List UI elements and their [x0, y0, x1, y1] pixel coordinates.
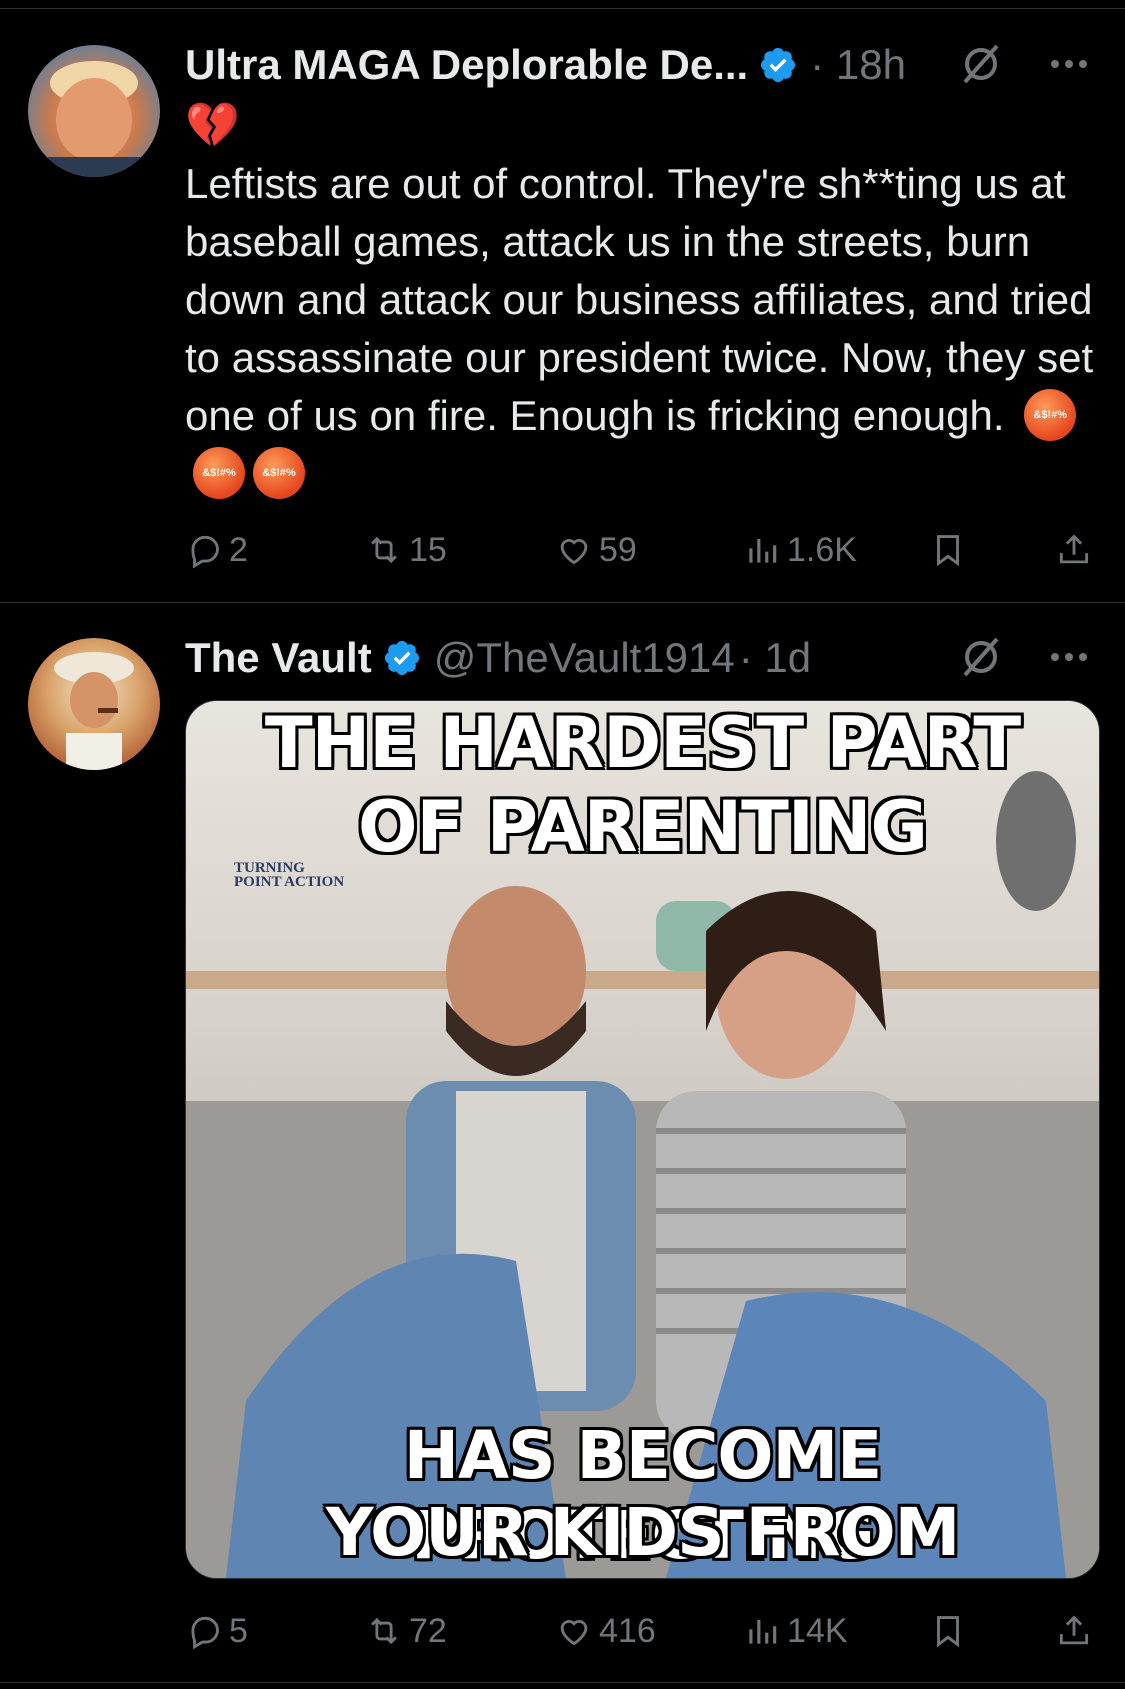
repost-icon: [371, 1617, 397, 1645]
reply-button[interactable]: 5: [185, 1603, 248, 1659]
share-icon: [1059, 1615, 1089, 1645]
more-icon[interactable]: [1045, 40, 1093, 88]
like-icon: [560, 1620, 588, 1646]
tweet-time[interactable]: · 18h: [810, 41, 906, 89]
tweet-2[interactable]: The Vault @TheVault1914 · 1d TURNING POI…: [0, 603, 1125, 1683]
grok-icon[interactable]: [957, 40, 1005, 88]
like-count: 59: [599, 530, 637, 569]
avatar[interactable]: [28, 45, 160, 177]
reply-icon: [191, 535, 219, 569]
views-count: 1.6K: [787, 530, 857, 569]
author-name[interactable]: Ultra MAGA Deplorable De...: [185, 41, 748, 89]
repost-button[interactable]: 72: [365, 1603, 447, 1659]
share-button[interactable]: [1055, 522, 1099, 578]
avatar-image: [54, 652, 134, 770]
more-icon[interactable]: [1045, 633, 1093, 681]
like-icon: [560, 539, 588, 565]
views-icon: [749, 1619, 777, 1644]
meme-top-text-2: OF PARENTING: [358, 786, 928, 868]
bookmark-button[interactable]: [929, 1603, 973, 1659]
repost-icon: [371, 536, 397, 564]
tweet-1[interactable]: Ultra MAGA Deplorable De... · 18h 💔 Left…: [0, 0, 1125, 602]
bookmark-icon: [937, 1616, 959, 1648]
bookmark-button[interactable]: [929, 522, 973, 578]
author-name[interactable]: The Vault: [185, 634, 372, 682]
tweet-media-image[interactable]: TURNING POINT ACTION THE HARDEST PART OF…: [185, 700, 1100, 1579]
angry-face-emoji: &$!#%: [193, 446, 245, 499]
tweet-actions: 2 15 59 1.6K: [185, 522, 1095, 578]
reply-button[interactable]: 2: [185, 522, 248, 578]
bookmark-icon: [937, 535, 959, 567]
like-count: 416: [599, 1611, 656, 1650]
share-button[interactable]: [1055, 1603, 1099, 1659]
views-icon: [749, 538, 777, 563]
bottom-divider: [0, 1682, 1125, 1683]
avatar-image: [48, 61, 140, 177]
meme-top-text-1: THE HARDEST PART: [264, 702, 1021, 784]
views-count: 14K: [787, 1611, 848, 1650]
views-button[interactable]: 1.6K: [743, 522, 857, 578]
repost-count: 72: [409, 1611, 447, 1650]
angry-face-emoji: &$!#%: [253, 446, 305, 499]
grok-icon[interactable]: [957, 633, 1005, 681]
tweet-header: Ultra MAGA Deplorable De... · 18h: [185, 35, 906, 95]
logo-line-2: POINT ACTION: [234, 874, 345, 890]
angry-face-emoji: &$!#%: [1024, 388, 1077, 441]
like-button[interactable]: 59: [555, 522, 637, 578]
verified-badge-icon: [382, 638, 422, 678]
repost-button[interactable]: 15: [365, 522, 447, 578]
repost-count: 15: [409, 530, 447, 569]
tweet-header: The Vault @TheVault1914 · 1d: [185, 628, 811, 688]
tweet-time[interactable]: · 1d: [739, 634, 811, 682]
reply-icon: [191, 1616, 219, 1650]
tweet-text: Leftists are out of control. They're sh*…: [185, 160, 1094, 439]
broken-heart-emoji: 💔: [185, 101, 240, 150]
share-icon: [1059, 534, 1089, 564]
avatar[interactable]: [28, 638, 160, 770]
tweet-body: 💔 Leftists are out of control. They're s…: [185, 97, 1100, 503]
meme-bottom-text-2: YOUR KIDS FROM DEMOCRATS: [325, 1494, 961, 1578]
tweet-actions: 5 72 416 14K: [185, 1603, 1095, 1659]
views-button[interactable]: 14K: [743, 1603, 848, 1659]
verified-badge-icon: [758, 45, 798, 85]
like-button[interactable]: 416: [555, 1603, 656, 1659]
author-handle[interactable]: @TheVault1914: [434, 634, 735, 682]
reply-count: 2: [229, 530, 248, 569]
reply-count: 5: [229, 1611, 248, 1650]
